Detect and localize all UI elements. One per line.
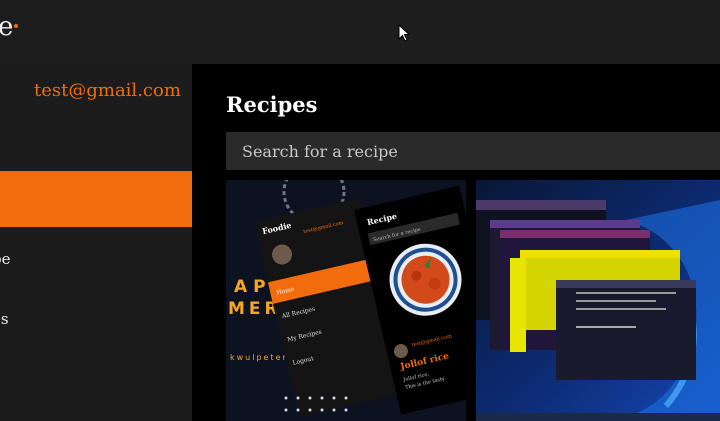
svg-text:kwulpeter: kwulpeter [230,353,288,362]
sidebar-item-recipe[interactable]: pe [0,250,10,268]
user-email: test@gmail.com [34,80,181,101]
page-title: Recipes [226,92,318,117]
sidebar-item-active[interactable] [0,171,192,227]
logo-dot-icon [14,24,18,28]
recipe-card[interactable] [476,180,720,421]
app-logo[interactable]: e [0,12,13,42]
search-input[interactable] [226,132,720,170]
sidebar [0,64,192,421]
recipe-thumbnail [476,180,720,421]
top-bar: e [0,0,720,64]
sidebar-item-recipes[interactable]: es [0,310,9,328]
recipe-thumbnail: APP MERN kwulpeter Foodie test@gmail.com… [226,180,466,421]
mouse-cursor-icon [398,24,410,42]
recipe-card[interactable]: APP MERN kwulpeter Foodie test@gmail.com… [226,180,466,421]
